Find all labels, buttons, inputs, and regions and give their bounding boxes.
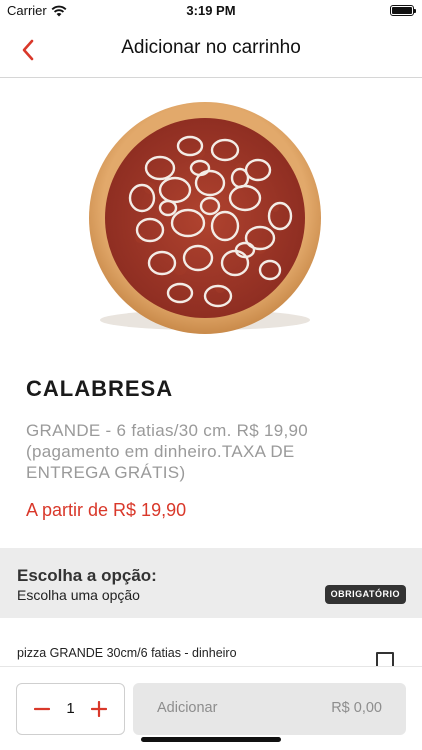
product-image (80, 98, 330, 348)
battery-level (392, 7, 412, 14)
screen: Carrier 3:19 PM Adicionar no carrinho CA… (0, 0, 422, 750)
home-indicator (141, 737, 281, 742)
product-price: A partir de R$ 19,90 (26, 500, 187, 520)
status-bar: Carrier 3:19 PM (0, 0, 422, 22)
add-to-cart-label: Adicionar (157, 700, 218, 716)
increase-quantity-button[interactable] (86, 696, 112, 722)
page-title: Adicionar no carrinho (121, 37, 301, 58)
navigation-bar: Adicionar no carrinho (0, 22, 422, 78)
battery-icon (390, 5, 416, 16)
option-item-label: pizza GRANDE 30cm/6 fatias - dinheiro (17, 646, 237, 660)
quantity-stepper: 1 (16, 683, 125, 735)
add-to-cart-button[interactable]: Adicionar R$ 0,00 (133, 683, 406, 735)
status-time: 3:19 PM (186, 3, 236, 18)
add-to-cart-total: R$ 0,00 (331, 700, 382, 716)
required-badge: OBRIGATÓRIO (324, 585, 406, 604)
plus-icon (91, 701, 107, 717)
pizza-calabresa-image (89, 102, 321, 334)
option-group-subtitle: Escolha uma opção (17, 587, 140, 603)
option-group-header: Escolha a opção: Escolha uma opção OBRIG… (0, 548, 422, 618)
product-name: CALABRESA (26, 376, 174, 401)
product-description: GRANDE - 6 fatias/30 cm. R$ 19,90 (pagam… (26, 421, 309, 482)
option-group-title: Escolha a opção: (17, 566, 157, 585)
